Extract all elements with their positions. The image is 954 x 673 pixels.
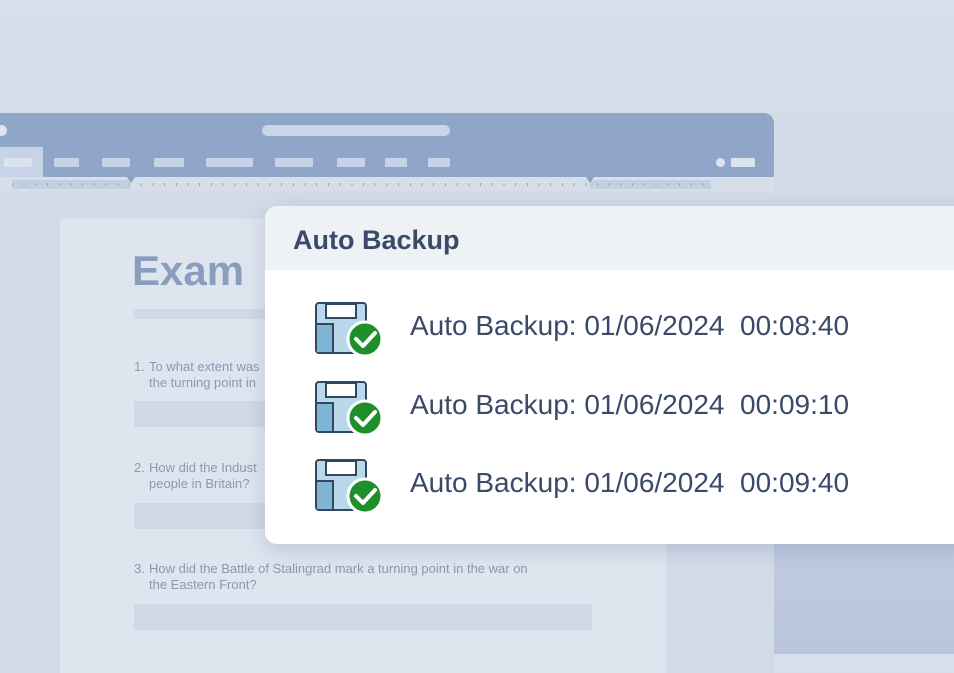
ruler-ticks — [12, 180, 712, 189]
document-title: Exam — [132, 247, 245, 294]
backup-entry-label: Auto Backup: 01/06/2024 00:09:10 — [410, 389, 850, 420]
window-title-placeholder — [262, 125, 450, 136]
menu-item-active[interactable] — [0, 147, 43, 177]
question-number: 3. — [134, 561, 145, 576]
menu-item-right[interactable] — [731, 158, 755, 167]
menu-item[interactable] — [154, 158, 184, 167]
auto-backup-dialog: Auto Backup Auto Backup: 01/06/2024 00:0… — [265, 206, 954, 544]
title-bar — [0, 113, 774, 147]
question-number: 2. — [134, 460, 145, 475]
menu-item[interactable] — [54, 158, 79, 167]
menu-dot-icon[interactable] — [716, 158, 725, 167]
dialog-header: Auto Backup — [265, 206, 954, 270]
ruler-indent-left-icon[interactable] — [127, 177, 135, 183]
menu-item[interactable] — [428, 158, 450, 167]
backup-entry-label: Auto Backup: 01/06/2024 00:09:40 — [410, 467, 850, 498]
backup-entry-label: Auto Backup: 01/06/2024 00:08:40 — [410, 310, 850, 341]
dialog-title: Auto Backup — [293, 225, 460, 255]
answer-box[interactable] — [134, 604, 592, 630]
ruler[interactable] — [0, 177, 774, 191]
backup-file-check-icon — [315, 459, 384, 515]
backup-file-check-icon — [315, 381, 384, 437]
menu-bar — [0, 147, 774, 177]
menu-item[interactable] — [275, 158, 313, 167]
ruler-indent-right-icon[interactable] — [586, 177, 594, 183]
question-text: How did the Battle of Stalingrad mark a … — [149, 561, 528, 592]
menu-item[interactable] — [337, 158, 365, 167]
backup-entry[interactable]: Auto Backup: 01/06/2024 00:09:40 — [315, 459, 954, 515]
menu-item[interactable] — [206, 158, 253, 167]
window-control-dot[interactable] — [0, 125, 7, 136]
menu-item[interactable] — [102, 158, 130, 167]
backup-file-check-icon — [315, 302, 384, 358]
question-number: 1. — [134, 359, 145, 374]
backup-entry[interactable]: Auto Backup: 01/06/2024 00:08:40 — [315, 302, 954, 358]
backup-entry[interactable]: Auto Backup: 01/06/2024 00:09:10 — [315, 381, 954, 437]
menu-item[interactable] — [385, 158, 407, 167]
